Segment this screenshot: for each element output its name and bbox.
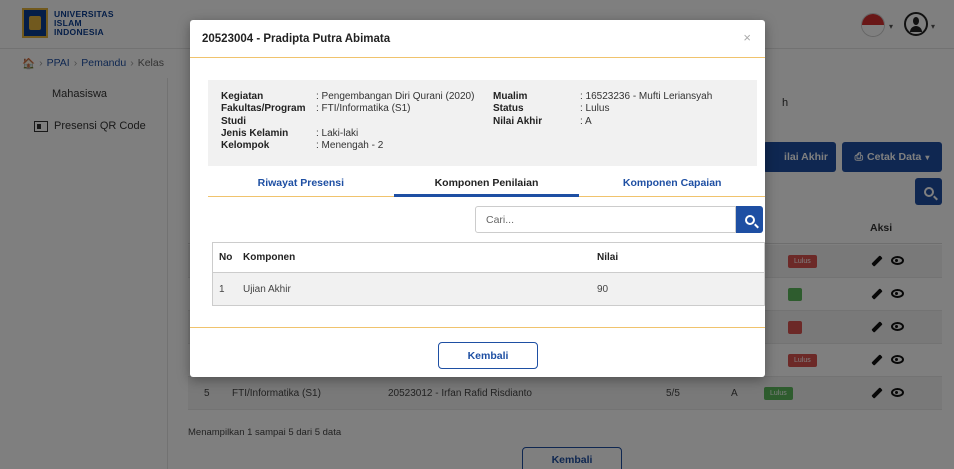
cell-komponen: Ujian Akhir: [243, 283, 291, 295]
tab-komponen-capaian[interactable]: Komponen Capaian: [579, 170, 765, 196]
info-left-column: Kegiatan : Pengembangan Diri Qurani (202…: [221, 91, 474, 152]
close-icon[interactable]: ×: [743, 30, 751, 45]
info-row-mualim: Mualim : 16523236 - Mufti Leriansyah: [493, 91, 713, 102]
info-row-nilai-akhir: Nilai Akhir : A: [493, 115, 592, 127]
column-header-nilai: Nilai: [597, 252, 619, 263]
info-row-kegiatan: Kegiatan : Pengembangan Diri Qurani (202…: [221, 91, 475, 102]
student-info-panel: Kegiatan : Pengembangan Diri Qurani (202…: [208, 80, 757, 166]
search-input[interactable]: [475, 206, 736, 233]
modal-header: 20523004 - Pradipta Putra Abimata: [190, 20, 765, 58]
cell-no: 1: [219, 283, 225, 295]
cell-nilai: 90: [597, 283, 609, 295]
search-bar: [475, 206, 763, 233]
table-row: 1 Ujian Akhir 90: [213, 273, 764, 305]
info-row-status: Status : Lulus: [493, 103, 610, 115]
column-header-komponen: Komponen: [243, 252, 296, 263]
komponen-table: No Komponen Nilai 1 Ujian Akhir 90: [212, 242, 765, 306]
info-row-kelompok: Kelompok : Menengah - 2: [221, 140, 384, 152]
search-icon: [744, 214, 755, 225]
modal-title: 20523004 - Pradipta Putra Abimata: [202, 32, 391, 45]
tab-riwayat-presensi[interactable]: Riwayat Presensi: [208, 170, 394, 196]
table-header: No Komponen Nilai: [213, 243, 764, 273]
footer-divider: [190, 327, 765, 328]
info-row-fakultas: Fakultas/Program Studi : FTI/Informatika…: [221, 103, 411, 127]
info-row-jenis-kelamin: Jenis Kelamin : Laki-laki: [221, 127, 359, 139]
info-right-column: Mualim : 16523236 - Mufti Leriansyah Sta…: [493, 91, 712, 128]
column-header-no: No: [219, 252, 233, 263]
search-button[interactable]: [736, 206, 763, 233]
student-detail-modal: 20523004 - Pradipta Putra Abimata × Kegi…: [190, 20, 765, 377]
tab-komponen-penilaian[interactable]: Komponen Penilaian: [393, 170, 580, 197]
detail-tabs: Riwayat Presensi Komponen Penilaian Komp…: [208, 170, 765, 197]
kembali-button[interactable]: Kembali: [438, 342, 538, 369]
